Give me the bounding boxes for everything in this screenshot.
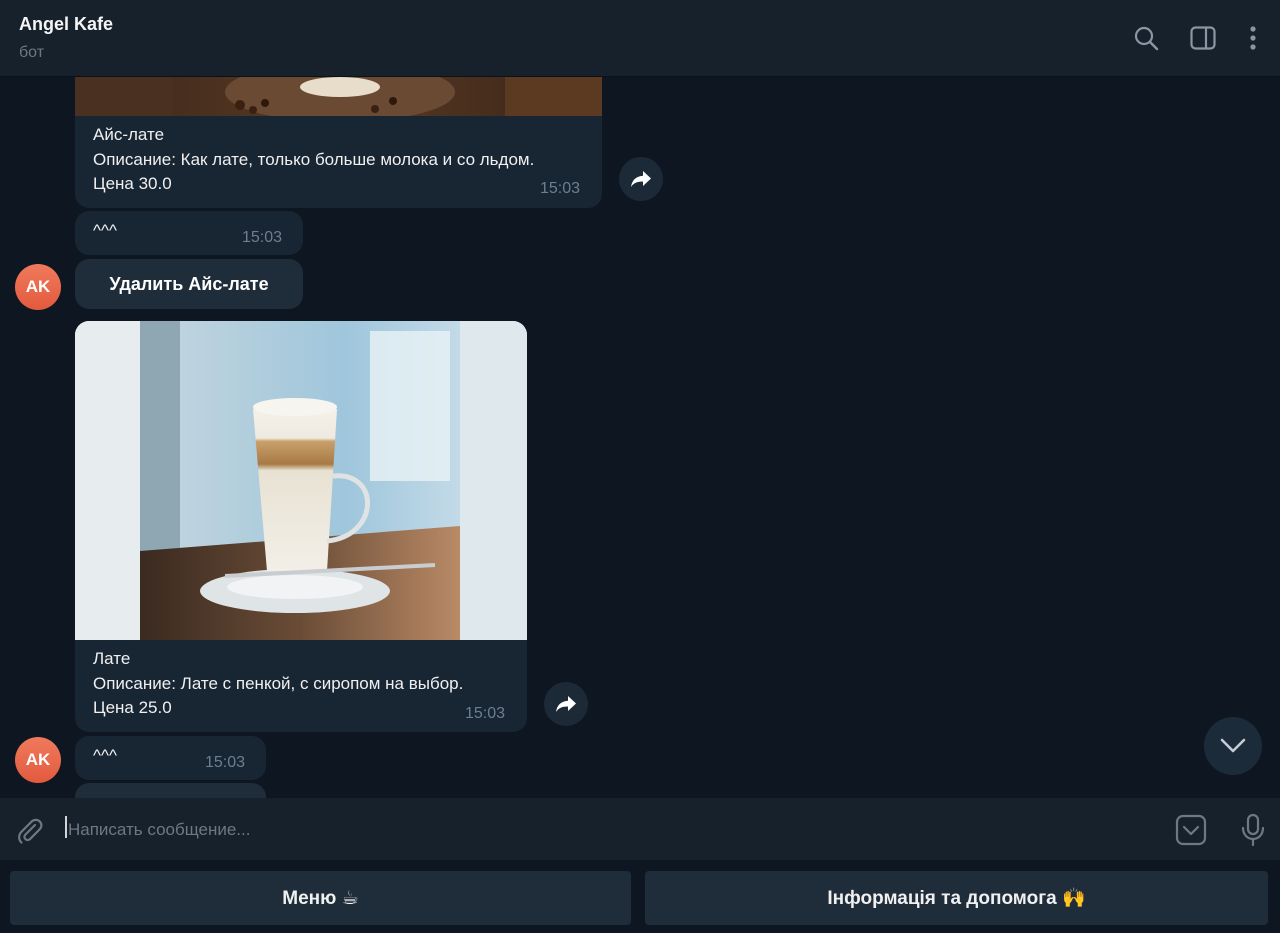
product-description: Описание: Лате с пенкой, с сиропом на вы… [93, 673, 464, 693]
bot-keyboard-icon[interactable] [1174, 813, 1208, 847]
product-caption: Лате Описание: Лате с пенкой, с сиропом … [93, 647, 463, 721]
product-message: Лате Описание: Лате с пенкой, с сиропом … [75, 321, 527, 732]
microphone-icon[interactable] [1238, 812, 1268, 848]
chevron-down-icon [1220, 738, 1246, 753]
message-input[interactable] [66, 816, 1150, 844]
message-text: ^^^ [93, 746, 117, 765]
scroll-down-button[interactable] [1204, 717, 1262, 775]
forward-icon [556, 696, 576, 712]
message-time: 15:03 [205, 754, 246, 771]
message-text: ^^^ [93, 221, 117, 240]
menu-button[interactable]: Меню ☕ [10, 871, 631, 925]
info-help-button[interactable]: Інформація та допомога 🙌 [645, 871, 1268, 925]
product-name: Лате [93, 649, 131, 668]
forward-button[interactable] [619, 157, 663, 201]
text-message: ^^^ 15:03 [75, 211, 303, 255]
inline-button-partial[interactable] [75, 783, 266, 798]
message-composer [0, 798, 1280, 860]
product-price: Цена 30.0 [93, 174, 172, 193]
product-name: Айс-лате [93, 125, 165, 144]
product-photo[interactable] [75, 77, 602, 116]
chat-status: бот [19, 44, 45, 61]
attach-icon[interactable] [14, 815, 46, 847]
avatar[interactable]: AK [15, 737, 61, 783]
search-icon[interactable] [1132, 24, 1160, 52]
text-message: ^^^ 15:03 [75, 736, 266, 780]
product-caption: Айс-лате Описание: Как лате, только боль… [93, 123, 534, 197]
product-description: Описание: Как лате, только больше молока… [93, 149, 535, 169]
forward-icon [631, 171, 651, 187]
chat-title[interactable]: Angel Kafe [19, 14, 113, 35]
forward-button[interactable] [544, 682, 588, 726]
sidebar-toggle-icon[interactable] [1189, 24, 1217, 52]
message-list[interactable]: Айс-лате Описание: Как лате, только боль… [0, 77, 1280, 798]
message-time: 15:03 [540, 180, 581, 197]
message-time: 15:03 [465, 705, 506, 722]
chat-header: Angel Kafe бот [0, 0, 1280, 77]
product-price: Цена 25.0 [93, 698, 172, 717]
avatar[interactable]: AK [15, 264, 61, 310]
product-photo[interactable] [75, 321, 527, 640]
more-vertical-icon[interactable] [1239, 24, 1267, 52]
product-message: Айс-лате Описание: Как лате, только боль… [75, 77, 602, 208]
message-time: 15:03 [242, 229, 283, 246]
bot-reply-keyboard: Меню ☕ Інформація та допомога 🙌 [0, 860, 1280, 933]
delete-item-button[interactable]: Удалить Айс-лате [75, 259, 303, 309]
